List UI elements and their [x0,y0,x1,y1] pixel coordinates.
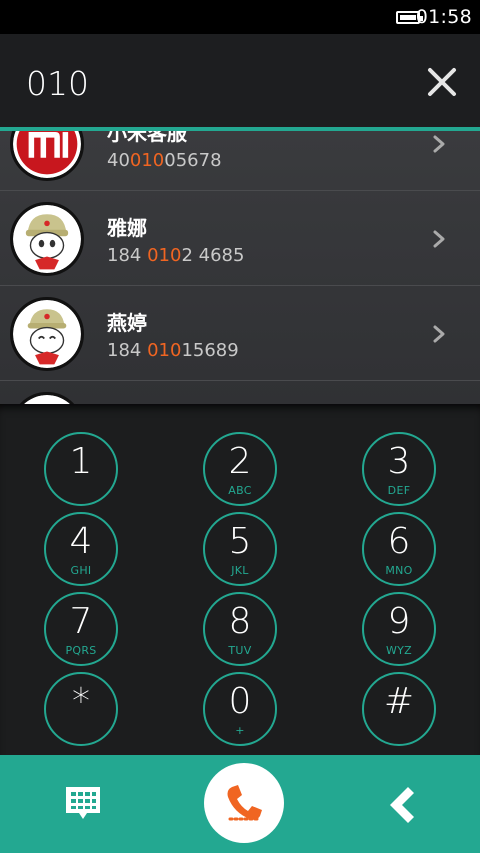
key-0[interactable]: 0 + [203,672,277,746]
key-hash[interactable]: # [362,672,436,746]
key-8[interactable]: 8 TUV [203,592,277,666]
key-2[interactable]: 2 ABC [203,432,277,506]
phone-icon [227,785,262,821]
contact-row[interactable]: 燕婷 184 01015689 [0,287,480,381]
mitu-bunny-icon [13,205,81,273]
call-button[interactable] [204,763,284,843]
avatar-partial-icon [23,395,71,404]
key-4[interactable]: 4 GHI [44,512,118,586]
close-icon [428,68,456,96]
dialpad-icon [66,787,100,819]
key-1[interactable]: 1 [44,432,118,506]
contact-row[interactable] [0,382,480,404]
bottom-action-bar [0,755,480,853]
chevron-right-icon [432,134,446,154]
avatar [10,392,84,404]
avatar [10,131,84,181]
status-time: 01:58 [415,6,472,28]
contact-name: 小米客服 [107,131,187,145]
key-5[interactable]: 5 JKL [203,512,277,586]
contact-results-list[interactable]: 小米客服 4001005678 雅娜 184 0102 4685 燕婷 184 … [0,131,480,404]
avatar [10,297,84,371]
chevron-right-icon [432,324,446,344]
dial-header: 010 [0,34,480,130]
backspace-icon [390,787,414,823]
dialpad-toggle-button[interactable] [62,783,104,825]
dialed-number: 010 [26,64,89,103]
contact-number: 4001005678 [107,150,222,171]
avatar [10,202,84,276]
key-7[interactable]: 7 PQRS [44,592,118,666]
mi-logo-icon [13,131,81,178]
dial-keypad: 1 2 ABC 3 DEF 4 GHI 5 JKL 6 MNO 7 PQRS 8… [0,404,480,755]
contact-name: 雅娜 [107,216,147,240]
key-9[interactable]: 9 WYZ [362,592,436,666]
contact-name: 燕婷 [107,311,147,335]
key-star[interactable]: * [44,672,118,746]
contact-row[interactable]: 雅娜 184 0102 4685 [0,192,480,286]
contact-number: 184 0102 4685 [107,245,245,266]
clear-button[interactable] [422,62,462,102]
key-6[interactable]: 6 MNO [362,512,436,586]
mitu-bunny-icon [13,300,81,368]
contact-number: 184 01015689 [107,340,239,361]
contact-row[interactable]: 小米客服 4001005678 [0,131,480,191]
chevron-right-icon [432,229,446,249]
key-3[interactable]: 3 DEF [362,432,436,506]
status-bar: 01:58 [0,0,480,34]
backspace-button[interactable] [380,783,424,827]
